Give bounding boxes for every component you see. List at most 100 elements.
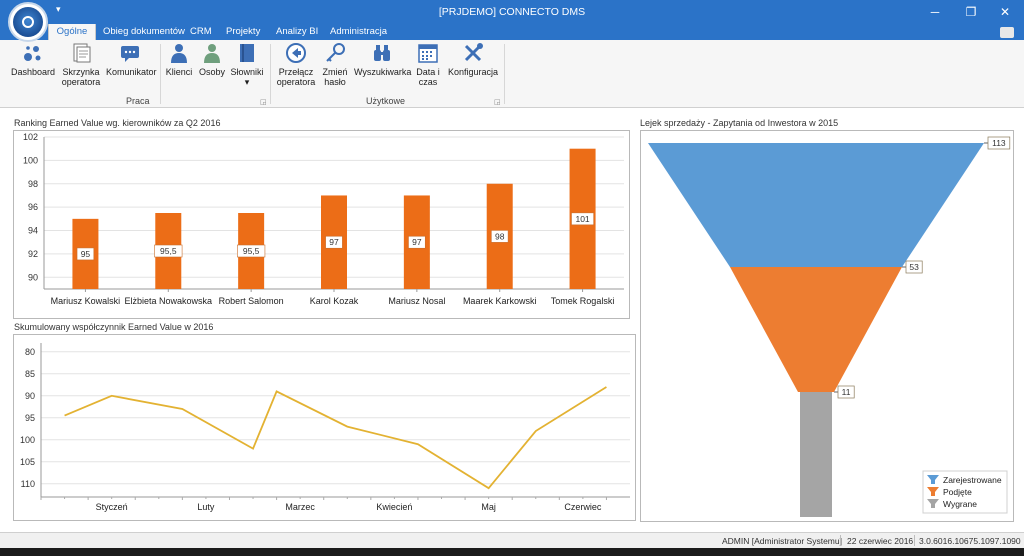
klienci-button[interactable]: Klienci [164, 42, 194, 77]
wyszukiwarka-button[interactable]: Wyszukiwarka [354, 42, 412, 77]
group-label-praca: Praca [126, 96, 150, 106]
window-title: [PRJDEMO] CONNECTO DMS [438, 6, 586, 18]
line-chart: 80 85 90 95 100 105 110 Styczeń Luty Marzec Kwieci… [20, 343, 630, 512]
y-tick-label: 102 [23, 132, 38, 142]
x-tick-label: Kwiecień [376, 502, 412, 512]
konfiguracja-button[interactable]: Konfiguracja [446, 42, 500, 77]
data-i-czas-button[interactable]: Data i czas [414, 42, 442, 87]
line-chart-title: Skumulowany współczynnik Earned Value w … [14, 322, 214, 332]
data-label: 95,5 [243, 246, 260, 256]
bar-chart: 90 92 94 96 98 100 102 95 Mariusz Kowalski 95,5 El… [23, 132, 624, 306]
y-tick-label: 98 [28, 179, 38, 189]
osoby-label: Osoby [198, 67, 225, 77]
data-label: 98 [495, 231, 505, 241]
value-label: 53 [909, 262, 919, 272]
slowniki-button[interactable]: Słowniki ▾ [230, 42, 264, 87]
zmien-haslo-button[interactable]: Zmień hasło [320, 42, 350, 87]
status-divider [914, 535, 915, 546]
status-version: 3.0.6016.10675.1097.1090 [919, 536, 1021, 546]
dashboard-label: Dashboard [10, 67, 56, 77]
app-logo-icon[interactable] [8, 2, 48, 42]
legend-label: Wygrane [943, 499, 977, 509]
ribbon-group-divider-end [504, 44, 505, 104]
key-icon [326, 43, 345, 62]
data-label-2: czas [418, 77, 438, 87]
tools-icon [464, 43, 483, 62]
close-button[interactable]: ✕ [988, 0, 1022, 24]
tab-projekty[interactable]: Projekty [226, 24, 260, 40]
data-label-1: Data i [416, 67, 440, 77]
funnel-chart-panel: 113 53 11 Zarejestrowane Podjęte Wygrane [640, 130, 1014, 522]
x-tick-label: Maj [481, 502, 496, 512]
uzytkowe-group-launcher[interactable]: ◲ [494, 98, 501, 106]
tab-analizy-bi[interactable]: Analizy BI [276, 24, 318, 40]
data-label: 101 [575, 214, 589, 224]
bar-chart-title: Ranking Earned Value wg. kierowników za … [14, 118, 221, 128]
x-tick-label: Luty [197, 502, 215, 512]
taskbar-strip [0, 548, 1024, 556]
dashboard-icon [24, 46, 41, 61]
client-icon [171, 44, 187, 63]
person-icon [204, 44, 220, 63]
praca-group-launcher[interactable]: ◲ [260, 98, 267, 106]
x-tick-label: Tomek Rogalski [551, 296, 615, 306]
y-tick-label: 100 [23, 155, 38, 165]
legend-label: Zarejestrowane [943, 475, 1002, 485]
y-tick-label: 92 [28, 249, 38, 259]
przelacz-label-2: operatora [276, 77, 316, 87]
x-tick-label: Maarek Karkowski [463, 296, 537, 306]
group-label-uzytkowe: Użytkowe [366, 96, 406, 106]
tab-obieg-dokumentow[interactable]: Obieg dokumentów [103, 24, 185, 40]
y-tick-label: 90 [25, 391, 35, 401]
skrzynka-operatora-button[interactable]: Skrzynka operatora [60, 42, 102, 87]
minimize-button[interactable]: ─ [918, 0, 952, 24]
zmien-label-1: Zmień [322, 67, 348, 77]
maximize-button[interactable]: ❐ [954, 0, 988, 24]
przelacz-operatora-button[interactable]: Przełącz operatora [276, 42, 316, 87]
data-label: 97 [412, 237, 422, 247]
ribbon-divider [160, 44, 161, 104]
tab-administracja[interactable]: Administracja [330, 24, 387, 40]
y-tick-label: 90 [28, 272, 38, 282]
status-date: 22 czerwiec 2016 [847, 536, 914, 546]
calendar-icon [418, 44, 438, 63]
status-divider [840, 535, 841, 546]
tab-crm[interactable]: CRM [190, 24, 212, 40]
x-tick-label: Karol Kozak [310, 296, 359, 306]
status-bar: ADMIN [Administrator Systemu] 22 czerwie… [0, 532, 1024, 548]
skrzynka-label-2: operatora [61, 77, 101, 87]
funnel-segment-zarejestrowane [648, 143, 984, 267]
value-label: 113 [992, 138, 1006, 148]
x-tick-label: Mariusz Kowalski [51, 296, 121, 306]
y-tick-label: 80 [25, 347, 35, 357]
skrzynka-label-1: Skrzynka [62, 67, 100, 77]
data-label: 97 [329, 237, 339, 247]
ribbon-tab-bar: Ogólne Obieg dokumentów CRM Projekty Ana… [0, 24, 1024, 40]
bar-chart-panel: 90 92 94 96 98 100 102 95 Mariusz Kowalski 95,5 El… [13, 130, 630, 319]
binoculars-icon [374, 45, 390, 61]
data-label: 95 [81, 249, 91, 259]
inbox-icon [73, 43, 91, 63]
y-tick-label: 105 [20, 457, 35, 467]
title-bar: ▾ [PRJDEMO] CONNECTO DMS ─ ❐ ✕ [0, 0, 1024, 24]
ribbon-group-divider [270, 44, 271, 104]
tab-ogolne[interactable]: Ogólne [48, 24, 96, 40]
x-tick-label: Czerwiec [564, 502, 602, 512]
x-tick-label: Styczeń [96, 502, 128, 512]
slowniki-label: Słowniki [230, 67, 264, 77]
funnel-chart: 113 53 11 Zarejestrowane Podjęte Wygrane [648, 136, 1011, 517]
komunikator-button[interactable]: Komunikator [106, 42, 157, 77]
ribbon-options-icon[interactable] [1000, 27, 1014, 38]
line-chart-panel: 80 85 90 95 100 105 110 Styczeń Luty Marzec Kwieci… [13, 334, 636, 521]
osoby-button[interactable]: Osoby [198, 42, 226, 77]
funnel-segment-wygrane [800, 392, 832, 517]
y-tick-label: 100 [20, 435, 35, 445]
status-user: ADMIN [Administrator Systemu] [722, 536, 842, 546]
y-tick-label: 96 [28, 202, 38, 212]
y-tick-label: 94 [28, 226, 38, 236]
ribbon: Dashboard Skrzynka operatora Komunikator… [0, 40, 1024, 108]
dashboard-button[interactable]: Dashboard [10, 42, 56, 77]
wyszukiwarka-label: Wyszukiwarka [354, 67, 412, 77]
funnel-segment-podjęte [730, 267, 902, 392]
legend-label: Podjęte [943, 487, 972, 497]
